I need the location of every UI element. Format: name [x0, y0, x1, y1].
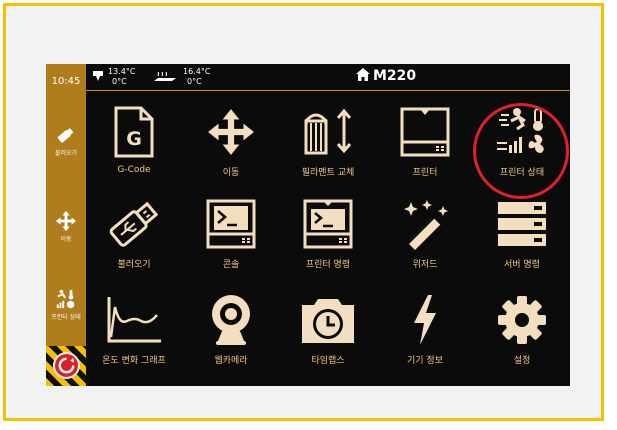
tile-load[interactable]: 불러오기	[86, 191, 182, 270]
server-icon	[498, 202, 546, 246]
usb-icon	[57, 128, 74, 143]
tile-printer-status[interactable]: 프린터 상태	[474, 99, 570, 178]
timelapse-icon	[302, 299, 354, 343]
top-bar: 13.4°C 0°C 16.4°C 0°C M220	[86, 64, 570, 91]
emergency-stop-icon	[53, 352, 80, 379]
tile-temperature-graph[interactable]: 온도 변화 그래프	[86, 287, 182, 366]
printer-status-icon	[56, 289, 75, 309]
printer-screen: 10:45 불러오기 이동 프린터 상태 13.4°C 0°C 16.4°C 0…	[46, 64, 570, 386]
heated-bed-icon	[154, 71, 176, 81]
outer-frame: 10:45 불러오기 이동 프린터 상태 13.4°C 0°C 16.4°C 0…	[3, 3, 604, 421]
printer-command-icon	[303, 199, 353, 249]
tile-wizard[interactable]: 위저드	[377, 191, 473, 270]
bed-target: 0°C	[187, 77, 202, 86]
tile-settings[interactable]: 설정	[474, 287, 570, 366]
sidebar-item-label: 이동	[60, 236, 72, 243]
tile-label: 프린터 명령	[305, 260, 351, 270]
tile-label: 불러오기	[117, 260, 151, 270]
home-icon	[356, 68, 370, 81]
sidebar-item-label: 불러오기	[54, 150, 78, 157]
tile-filament-change[interactable]: 필라멘트 교체	[280, 99, 376, 178]
printer-status-icon	[497, 108, 544, 153]
tile-printer[interactable]: 프린터	[377, 99, 473, 178]
tile-webcam[interactable]: 웹카메라	[183, 287, 279, 366]
webcam-icon	[212, 295, 250, 345]
tile-label: 웹카메라	[214, 356, 248, 366]
tile-label: 필라멘트 교체	[301, 168, 355, 178]
gear-icon	[498, 296, 546, 344]
tile-gcode[interactable]: G G-Code	[86, 99, 182, 175]
bed-current: 16.4°C	[183, 67, 211, 76]
nozzle-target: 0°C	[112, 77, 127, 86]
sidebar-item-label: 프린터 상태	[51, 314, 81, 321]
tile-label: 콘솔	[222, 260, 240, 270]
tile-label: 설정	[513, 356, 531, 366]
filament-icon	[304, 108, 352, 155]
wizard-icon	[404, 200, 448, 250]
tile-label: 프린터	[412, 168, 438, 178]
tile-label: 프린터 상태	[499, 168, 545, 178]
nozzle-icon	[93, 71, 103, 81]
nozzle-current: 13.4°C	[108, 67, 136, 76]
tile-label: 기기 정보	[407, 356, 443, 366]
tile-label: 온도 변화 그래프	[102, 356, 166, 366]
tile-device-info[interactable]: 기기 정보	[377, 287, 473, 366]
page-title: M220	[356, 68, 416, 84]
tile-move[interactable]: 이동	[183, 99, 279, 178]
tile-label: G-Code	[117, 165, 151, 175]
tile-timelapse[interactable]: 타임랩스	[280, 287, 376, 366]
console-icon	[206, 199, 256, 249]
temperature-graph-icon	[107, 297, 161, 343]
sidebar: 10:45 불러오기 이동 프린터 상태	[46, 64, 86, 386]
gcode-file-icon: G	[114, 106, 154, 158]
tile-printer-command[interactable]: 프린터 명령	[280, 191, 376, 270]
move-icon	[208, 109, 254, 155]
sidebar-item-printer-status[interactable]: 프린터 상태	[46, 288, 86, 321]
emergency-stop[interactable]	[46, 346, 86, 386]
tile-label: 서버 명령	[504, 260, 540, 270]
tile-console[interactable]: 콘솔	[183, 191, 279, 270]
clock: 10:45	[51, 76, 81, 87]
tile-label: 이동	[222, 168, 240, 178]
printer-icon	[400, 107, 450, 157]
move-icon	[55, 210, 77, 232]
sidebar-item-move[interactable]: 이동	[46, 210, 86, 243]
tile-server-command[interactable]: 서버 명령	[474, 191, 570, 270]
usb-icon	[109, 201, 159, 247]
lightning-icon	[414, 295, 436, 345]
tile-label: 위저드	[412, 260, 438, 270]
printer-name: M220	[373, 68, 417, 84]
sidebar-item-load[interactable]: 불러오기	[46, 124, 86, 157]
tile-label: 타임랩스	[311, 356, 345, 366]
svg-text:G: G	[126, 128, 142, 150]
